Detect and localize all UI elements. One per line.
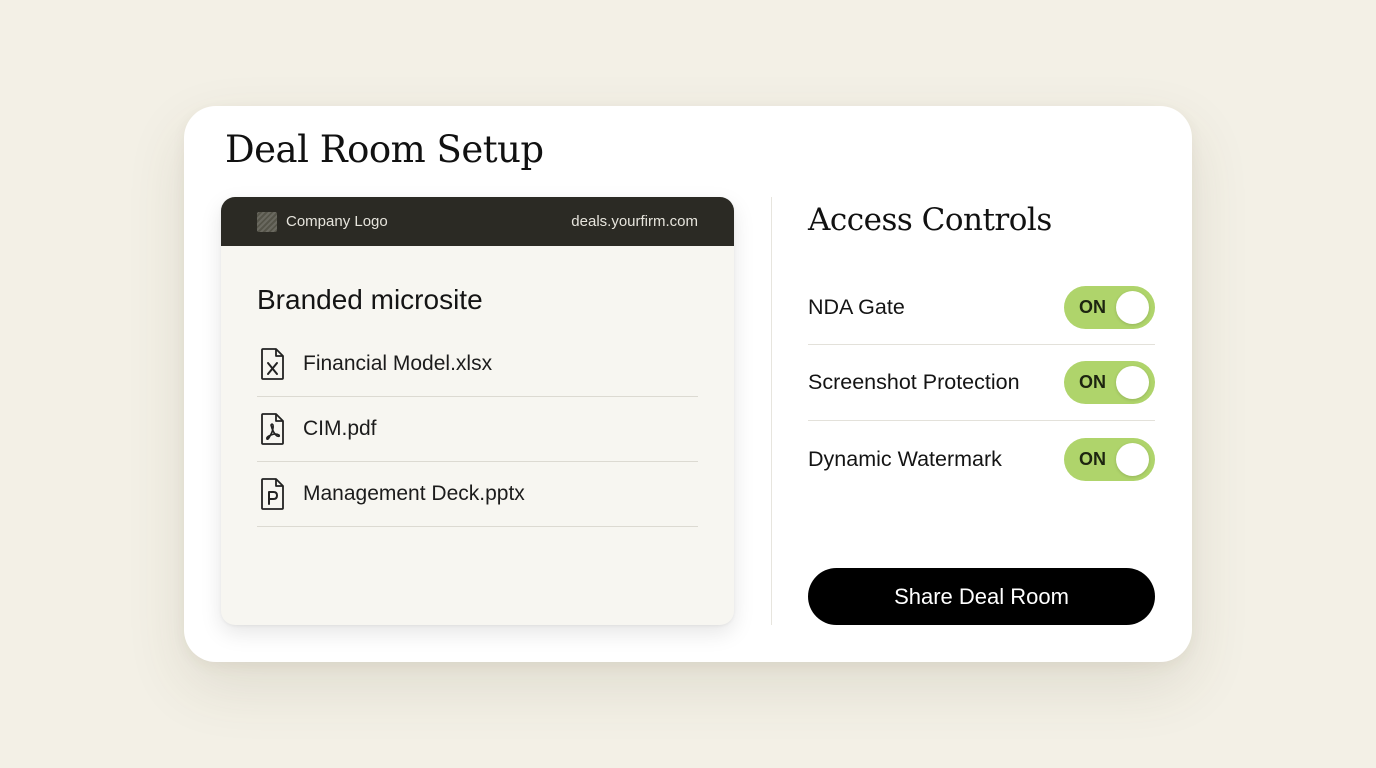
file-name: Financial Model.xlsx: [303, 352, 493, 375]
access-controls-title: Access Controls: [808, 202, 1052, 238]
microsite-body: Branded microsite Financial Model.xlsx C…: [221, 246, 734, 527]
panel-divider: [771, 197, 772, 625]
pdf-file-icon: [257, 412, 289, 446]
file-item[interactable]: Financial Model.xlsx: [257, 332, 698, 397]
file-name: Management Deck.pptx: [303, 482, 525, 505]
nda-gate-toggle[interactable]: ON: [1064, 285, 1155, 329]
logo-placeholder-icon: [257, 211, 277, 232]
screenshot-protection-toggle[interactable]: ON: [1064, 361, 1155, 404]
file-name: CIM.pdf: [303, 417, 377, 440]
microsite-preview: Company Logo deals.yourfirm.com Branded …: [221, 197, 734, 625]
toggle-state-label: ON: [1079, 448, 1106, 469]
microsite-header-bar: Company Logo deals.yourfirm.com: [221, 197, 734, 246]
page-title: Deal Room Setup: [225, 128, 544, 171]
company-logo-label: Company Logo: [286, 213, 388, 230]
toggle-knob: [1116, 442, 1149, 476]
deal-room-setup-card: Deal Room Setup Company Logo deals.yourf…: [184, 106, 1192, 662]
toggle-knob: [1116, 290, 1149, 324]
control-row-screenshot-protection: Screenshot Protection ON: [808, 345, 1155, 421]
toggle-state-label: ON: [1079, 372, 1106, 392]
access-controls-panel: Access Controls NDA Gate ON Screenshot P…: [808, 202, 1155, 497]
toggle-state-label: ON: [1079, 296, 1106, 317]
excel-file-icon: [257, 347, 289, 381]
control-label: NDA Gate: [808, 294, 905, 319]
control-row-nda-gate: NDA Gate ON: [808, 270, 1155, 345]
file-item[interactable]: CIM.pdf: [257, 397, 698, 462]
microsite-domain: deals.yourfirm.com: [571, 213, 698, 230]
company-logo: Company Logo: [257, 211, 388, 232]
powerpoint-file-icon: [257, 477, 289, 511]
control-label: Screenshot Protection: [808, 370, 1020, 394]
file-item[interactable]: Management Deck.pptx: [257, 462, 698, 527]
control-row-dynamic-watermark: Dynamic Watermark ON: [808, 421, 1155, 497]
toggle-knob: [1116, 366, 1149, 399]
control-label: Dynamic Watermark: [808, 446, 1002, 471]
dynamic-watermark-toggle[interactable]: ON: [1064, 437, 1155, 481]
microsite-heading: Branded microsite: [257, 284, 483, 315]
share-deal-room-button[interactable]: Share Deal Room: [808, 568, 1155, 625]
